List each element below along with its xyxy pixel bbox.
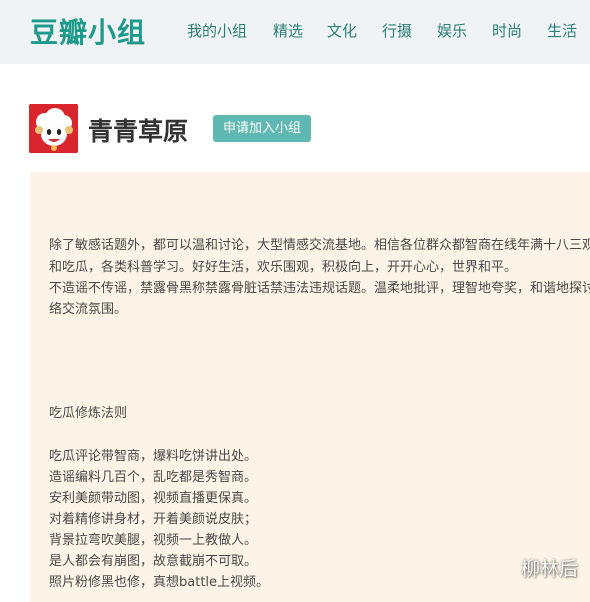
join-group-button[interactable]: 申请加入小组 — [213, 115, 311, 142]
nav-item-my-groups[interactable]: 我的小组 — [187, 20, 247, 41]
rule-line: 吃瓜评论带智商，爆料吃饼讲出处。 — [49, 449, 258, 464]
rule-line: 安利美颜带动图，视频直播更保真。 — [49, 491, 258, 506]
top-navbar: 豆瓣小组 我的小组 精选 文化 行摄 娱乐 时尚 生活 — [0, 0, 590, 64]
group-avatar — [29, 104, 78, 153]
rule-line: 是人都会有崩图，故意截崩不可取。 — [49, 554, 258, 569]
group-title: 青青草原 — [88, 117, 189, 146]
watermark-text: 柳林后 — [520, 558, 578, 580]
intro-line: 和吃瓜，各类科普学习。好好生活，欢乐围观，积极向上，开开心心，世界和平。 — [49, 260, 518, 275]
rule-line: 造谣编料几百个，乱吃都是秀智商。 — [49, 470, 258, 485]
sheep-avatar-icon — [29, 104, 78, 153]
nav-item-life[interactable]: 生活 — [547, 20, 577, 41]
rule-line: 背景拉弯吹美腿，视频一上教做人。 — [49, 533, 258, 548]
rule-line: 对着精修讲身材，开着美颜说皮肤； — [49, 512, 258, 527]
intro-line: 除了敏感话题外，都可以温和讨论，大型情感交流基地。相信各位群众都智商在线年满十八… — [49, 238, 590, 253]
rule-line: 照片粉修黑也修，真想battle上视频。 — [49, 575, 270, 590]
intro-line: 不造谣不传谣，禁露骨黑称禁露骨脏话禁违法违规话题。温柔地批评，理智地夸奖，和谐地… — [49, 281, 590, 296]
site-logo[interactable]: 豆瓣小组 — [30, 11, 146, 51]
intro-line: 络交流氛围。 — [49, 302, 128, 317]
rules-heading: 吃瓜修炼法则 — [49, 406, 128, 421]
nav-item-culture[interactable]: 文化 — [327, 20, 357, 41]
nav-item-featured[interactable]: 精选 — [273, 20, 303, 41]
nav-item-entertainment[interactable]: 娱乐 — [437, 20, 467, 41]
nav-item-fashion[interactable]: 时尚 — [492, 20, 522, 41]
nav-item-photography[interactable]: 行摄 — [382, 20, 412, 41]
